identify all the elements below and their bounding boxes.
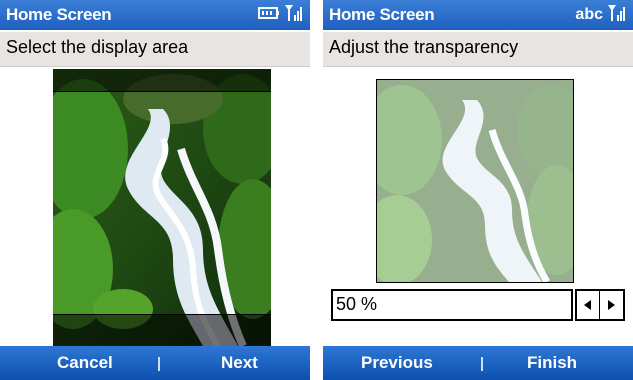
previous-button[interactable]: Previous — [361, 353, 433, 373]
arrow-left-icon — [584, 300, 591, 310]
arrow-right-icon — [608, 300, 615, 310]
battery-icon — [258, 6, 280, 25]
transparency-field[interactable]: 50 % — [331, 289, 573, 321]
transparency-overlay — [377, 80, 573, 282]
instruction-text: Select the display area — [6, 37, 189, 57]
softkey-bar: Cancel Next — [0, 346, 310, 380]
crop-mask-top — [53, 69, 271, 92]
transparency-value: 50 % — [336, 294, 378, 314]
crop-top-edge[interactable] — [53, 91, 271, 92]
instruction-text: Adjust the transparency — [329, 37, 519, 57]
signal-icon — [284, 3, 304, 28]
title-bar: Home Screen abc — [323, 0, 633, 30]
input-mode-indicator: abc — [575, 6, 603, 23]
instruction-bar: Adjust the transparency — [323, 32, 633, 67]
softkey-bar: Previous Finish — [323, 346, 633, 380]
window-title: Home Screen — [329, 5, 435, 24]
status-icons: abc — [575, 4, 627, 26]
signal-icon — [607, 3, 627, 28]
decrease-button[interactable] — [577, 291, 600, 319]
spinner-arrows — [575, 289, 625, 321]
increase-button[interactable] — [600, 291, 622, 319]
title-bar: Home Screen — [0, 0, 310, 30]
window-title: Home Screen — [6, 5, 112, 24]
crop-mask-bottom — [53, 314, 271, 346]
waterfall-photo — [53, 69, 271, 346]
finish-button[interactable]: Finish — [527, 353, 577, 373]
instruction-bar: Select the display area — [0, 32, 310, 67]
left-screen: Home Screen Select the display area Canc… — [0, 0, 310, 380]
right-screen: Home Screen abc Adjust the transparency — [323, 0, 633, 380]
softkey-divider — [481, 357, 483, 371]
cancel-button[interactable]: Cancel — [57, 353, 113, 373]
status-icons — [258, 4, 304, 26]
next-button[interactable]: Next — [221, 353, 258, 373]
softkey-divider — [158, 357, 160, 371]
crop-bottom-edge[interactable] — [53, 314, 271, 315]
crop-area[interactable] — [53, 69, 271, 346]
transparency-spinner[interactable]: 50 % — [331, 289, 625, 321]
transparency-preview — [376, 79, 574, 283]
